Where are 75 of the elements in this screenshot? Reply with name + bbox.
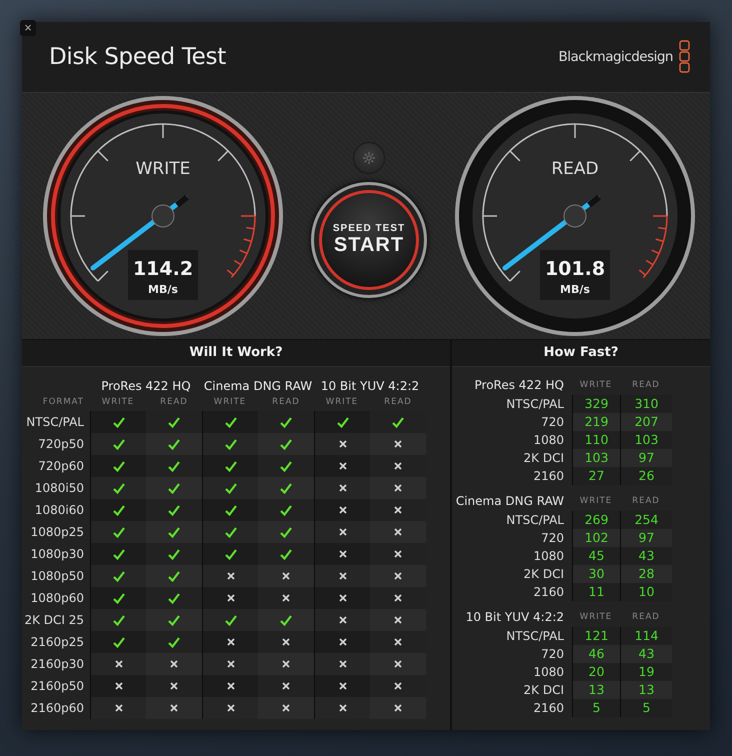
format-label: NTSC/PAL <box>25 414 85 431</box>
gauge-label: WRITE <box>136 159 190 179</box>
format-label: 1080i60 <box>34 502 85 519</box>
brand-name: Blackmagicdesign <box>558 49 673 65</box>
gauge-label: READ <box>551 159 599 179</box>
format-label: 1080p30 <box>30 546 85 563</box>
speed-cell: 28 <box>620 565 672 583</box>
speed-cell: 13 <box>572 681 620 699</box>
column-header: READ <box>631 379 661 392</box>
format-label: 1080i50 <box>34 480 85 497</box>
column-header: WRITE <box>324 396 360 409</box>
format-label: 1080 <box>532 548 565 565</box>
panel-title: How Fast? <box>452 340 710 367</box>
format-label: 2160p30 <box>30 656 85 673</box>
speed-cell: 219 <box>572 413 620 431</box>
format-label: 720 <box>540 414 565 431</box>
speed-value: 101.8 <box>544 258 606 280</box>
format-label: 720p60 <box>37 458 85 475</box>
column-header: READ <box>631 495 661 508</box>
format-label: 2160 <box>532 584 565 601</box>
format-label: 1080p60 <box>30 590 85 607</box>
speed-cell: 103 <box>572 449 620 467</box>
codec-header: Cinema DNG RAW <box>454 493 565 510</box>
format-label: 720p50 <box>37 436 85 453</box>
speed-cell: 97 <box>620 449 672 467</box>
format-label: NTSC/PAL <box>505 512 565 529</box>
codec-header: Cinema DNG RAW <box>202 378 314 393</box>
codec-header: 10 Bit YUV 4:2:2 <box>320 378 420 393</box>
logo-icon <box>679 40 690 74</box>
format-label: 1080p50 <box>30 568 85 585</box>
column-header: WRITE <box>578 379 614 392</box>
codec-header: ProRes 422 HQ <box>474 377 565 394</box>
column-header: WRITE <box>578 611 614 624</box>
speed-cell: 30 <box>572 565 620 583</box>
format-label: 2160 <box>532 700 565 717</box>
column-header: READ <box>383 396 413 409</box>
start-button[interactable]: SPEED TEST START <box>311 182 427 298</box>
format-label: 1080 <box>532 432 565 449</box>
speed-value: 114.2 <box>132 258 194 280</box>
format-label: 720 <box>540 530 565 547</box>
close-button[interactable]: × <box>20 20 36 36</box>
column-header: READ <box>159 396 189 409</box>
speed-unit: MB/s <box>148 283 178 296</box>
settings-icon <box>362 151 376 165</box>
format-label: 2160p25 <box>30 634 85 651</box>
speed-cell: 102 <box>572 529 620 547</box>
format-label: 1080p25 <box>30 524 85 541</box>
speed-cell: 13 <box>620 681 672 699</box>
codec-header: 10 Bit YUV 4:2:2 <box>464 609 565 626</box>
speed-cell: 97 <box>620 529 672 547</box>
format-label: 2160p60 <box>30 700 85 717</box>
panel-title: Will It Work? <box>22 340 450 367</box>
format-label: 1080 <box>532 664 565 681</box>
format-label: NTSC/PAL <box>505 628 565 645</box>
speed-unit: MB/s <box>560 283 590 296</box>
format-label: 2K DCI <box>522 682 565 699</box>
format-label: 2K DCI <box>522 450 565 467</box>
format-label: 2160 <box>532 468 565 485</box>
format-label: 2160p50 <box>30 678 85 695</box>
column-header: FORMAT <box>42 396 85 409</box>
format-label: NTSC/PAL <box>505 396 565 413</box>
column-header: WRITE <box>100 396 136 409</box>
settings-button[interactable] <box>353 142 385 174</box>
column-header: WRITE <box>578 495 614 508</box>
column-header: READ <box>271 396 301 409</box>
format-label: 720 <box>540 646 565 663</box>
column-header: READ <box>631 611 661 624</box>
format-label: 2K DCI 25 <box>24 612 85 629</box>
column-header: WRITE <box>212 396 248 409</box>
speed-cell: 43 <box>620 645 672 663</box>
speed-cell: 207 <box>620 413 672 431</box>
codec-header: ProRes 422 HQ <box>100 378 192 393</box>
format-label: 2K DCI <box>522 566 565 583</box>
window-title: Disk Speed Test <box>49 44 226 70</box>
speed-cell: 46 <box>572 645 620 663</box>
